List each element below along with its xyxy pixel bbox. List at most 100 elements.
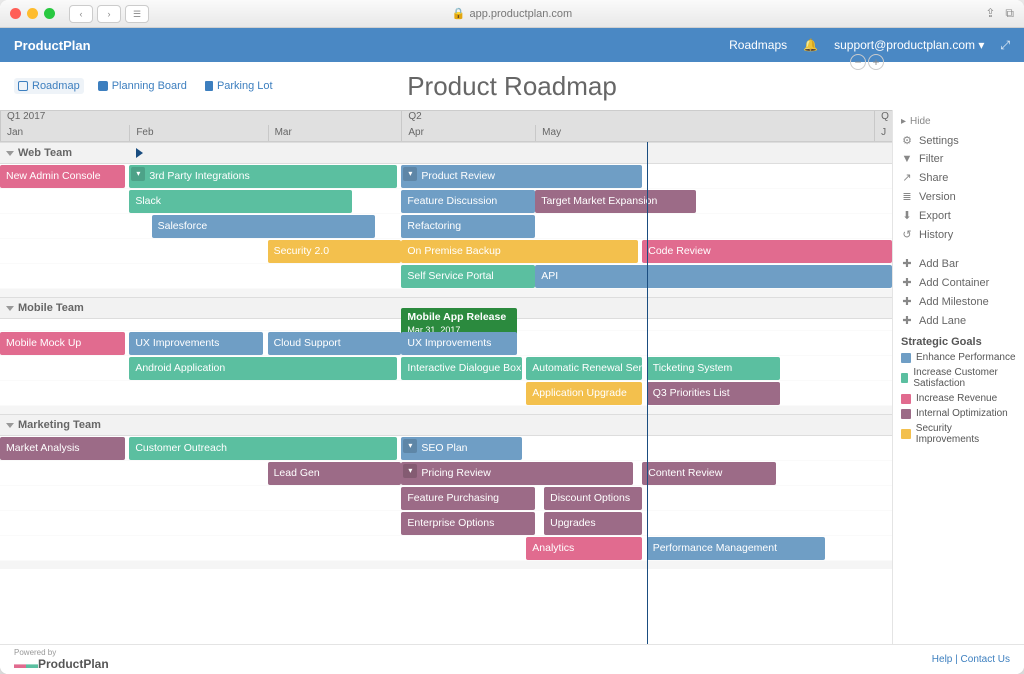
roadmap-bar[interactable]: API [535,265,892,288]
roadmap-bar[interactable]: Ticketing System [647,357,781,380]
roadmap-board: Q1 2017Q2Q JanFebMarAprMayJ Web TeamRele… [0,110,892,644]
lane: Web TeamReleaseMay 21, 2017New Admin Con… [0,142,892,297]
roadmap-bar[interactable]: New Admin Console [0,165,125,188]
legend-item[interactable]: Internal Optimization [901,406,1016,421]
roadmap-bar[interactable]: Upgrades [544,512,642,535]
powered-by-label: Powered by [14,648,109,657]
roadmap-bar[interactable]: Lead Gen [268,462,402,485]
expand-icon[interactable]: ▾ [403,167,417,181]
bar-label: SEO Plan [421,442,467,454]
contact-link[interactable]: Contact Us [961,654,1010,665]
bar-label: UX Improvements [135,337,219,349]
roadmap-bar[interactable]: Self Service Portal [401,265,535,288]
expand-icon[interactable]: ▾ [403,464,417,478]
roadmaps-link[interactable]: Roadmaps [729,38,787,52]
legend-item[interactable]: Increase Customer Satisfaction [901,365,1016,391]
roadmap-bar[interactable]: Refactoring [401,215,535,238]
roadmap-bar[interactable]: Automatic Renewal Service [526,357,642,380]
filter-icon: ▼ [901,153,913,165]
tabs-icon[interactable]: ⧉ [1005,6,1014,21]
roadmap-bar[interactable]: UX Improvements [401,332,517,355]
expand-icon[interactable]: ▾ [131,167,145,181]
tool-share[interactable]: ↗Share [901,168,1016,187]
add-add-container[interactable]: ✚Add Container [901,273,1016,292]
tool-history[interactable]: ↺History [901,225,1016,244]
tool-settings[interactable]: ⚙ Settings [901,131,1016,150]
help-link[interactable]: Help [932,654,953,665]
strategic-goals-heading: Strategic Goals [901,336,1016,348]
roadmap-bar[interactable]: Customer Outreach [129,437,397,460]
roadmap-bar[interactable]: ▾Product Review [401,165,642,188]
roadmap-bar[interactable]: Feature Purchasing [401,487,535,510]
roadmap-bar[interactable]: Salesforce [152,215,375,238]
add-label: Add Bar [919,258,959,270]
roadmap-bar[interactable]: Q3 Priorities List [647,382,781,405]
add-add-bar[interactable]: ✚Add Bar [901,254,1016,273]
roadmap-bar[interactable]: Interactive Dialogue Box [401,357,521,380]
footer-logo[interactable]: ▬▬ProductPlan [14,657,109,671]
tool-label: Export [919,210,951,222]
tool-label: Settings [919,135,959,147]
tool-filter[interactable]: ▼Filter [901,150,1016,168]
roadmap-bar[interactable]: Application Upgrade [526,382,642,405]
legend-item[interactable]: Increase Revenue [901,391,1016,406]
hide-panel-button[interactable]: ▸ Hide [901,116,1016,127]
address-bar[interactable]: 🔒 app.productplan.com [452,7,572,20]
lane-header[interactable]: Web Team [0,142,892,164]
roadmap-bar[interactable]: Android Application [129,357,397,380]
roadmap-bar[interactable]: ▾3rd Party Integrations [129,165,397,188]
roadmap-bar[interactable]: Code Review [642,240,892,263]
expand-icon[interactable]: ▾ [403,439,417,453]
roadmap-bar[interactable]: Enterprise Options [401,512,535,535]
settings-icon: ⚙ [901,134,913,147]
tool-export[interactable]: ⬇Export [901,206,1016,225]
version-icon: ≣ [901,190,913,203]
app-window: ‹ › ☰ 🔒 app.productplan.com ⇪ ⧉ ProductP… [0,0,1024,674]
roadmap-bar[interactable]: ▾Pricing Review [401,462,633,485]
roadmap-bar[interactable]: Performance Management [647,537,825,560]
sidebar-toggle-button[interactable]: ☰ [125,5,149,23]
add-add-lane[interactable]: ✚Add Lane [901,311,1016,330]
tab-roadmap[interactable]: Roadmap [14,78,84,94]
roadmap-bar[interactable]: Slack [129,190,352,213]
legend-item[interactable]: Security Improvements [901,421,1016,447]
tool-version[interactable]: ≣Version [901,187,1016,206]
roadmap-bar[interactable]: Analytics [526,537,642,560]
lane-row: Self Service PortalAPI [0,264,892,289]
tab-planning-board[interactable]: Planning Board [94,78,191,94]
roadmap-bar[interactable]: Cloud Support [268,332,402,355]
roadmap-bar[interactable]: Feature Discussion [401,190,535,213]
window-controls [10,8,55,19]
add-add-milestone[interactable]: ✚Add Milestone [901,292,1016,311]
maximize-icon[interactable] [44,8,55,19]
lane-title: Web Team [18,147,72,159]
user-menu[interactable]: support@productplan.com ▾ [834,38,984,52]
minimize-icon[interactable] [27,8,38,19]
roadmap-bar[interactable]: ▾ SEO Plan [401,437,521,460]
roadmap-bar[interactable]: Target Market Expansion [535,190,696,213]
forward-button[interactable]: › [97,5,121,23]
roadmap-bar[interactable]: Mobile Mock Up [0,332,125,355]
fullscreen-icon[interactable]: ⤢ [1000,38,1010,53]
back-button[interactable]: ‹ [69,5,93,23]
legend-swatch [901,394,911,404]
share-icon[interactable]: ⇪ [985,6,995,21]
close-icon[interactable] [10,8,21,19]
roadmap-bar[interactable]: Market Analysis [0,437,125,460]
roadmap-bar[interactable]: Discount Options [544,487,642,510]
legend-item[interactable]: Enhance Performance [901,350,1016,365]
lanes-container[interactable]: Web TeamReleaseMay 21, 2017New Admin Con… [0,142,892,644]
roadmap-bar[interactable]: Security 2.0 [268,240,402,263]
chevron-down-icon [6,151,14,156]
zoom-in-button[interactable]: + [868,62,884,70]
roadmap-bar[interactable]: Content Review [642,462,776,485]
tab-parking-lot[interactable]: Parking Lot [201,78,277,94]
bar-label: Performance Management [653,542,777,554]
lane-header[interactable]: Marketing Team [0,414,892,436]
legend-swatch [901,373,908,383]
bell-icon[interactable]: 🔔 [803,38,818,52]
brand-logo[interactable]: ProductPlan [14,38,91,53]
roadmap-bar[interactable]: On Premise Backup [401,240,637,263]
zoom-out-button[interactable]: − [850,62,866,70]
roadmap-bar[interactable]: UX Improvements [129,332,263,355]
